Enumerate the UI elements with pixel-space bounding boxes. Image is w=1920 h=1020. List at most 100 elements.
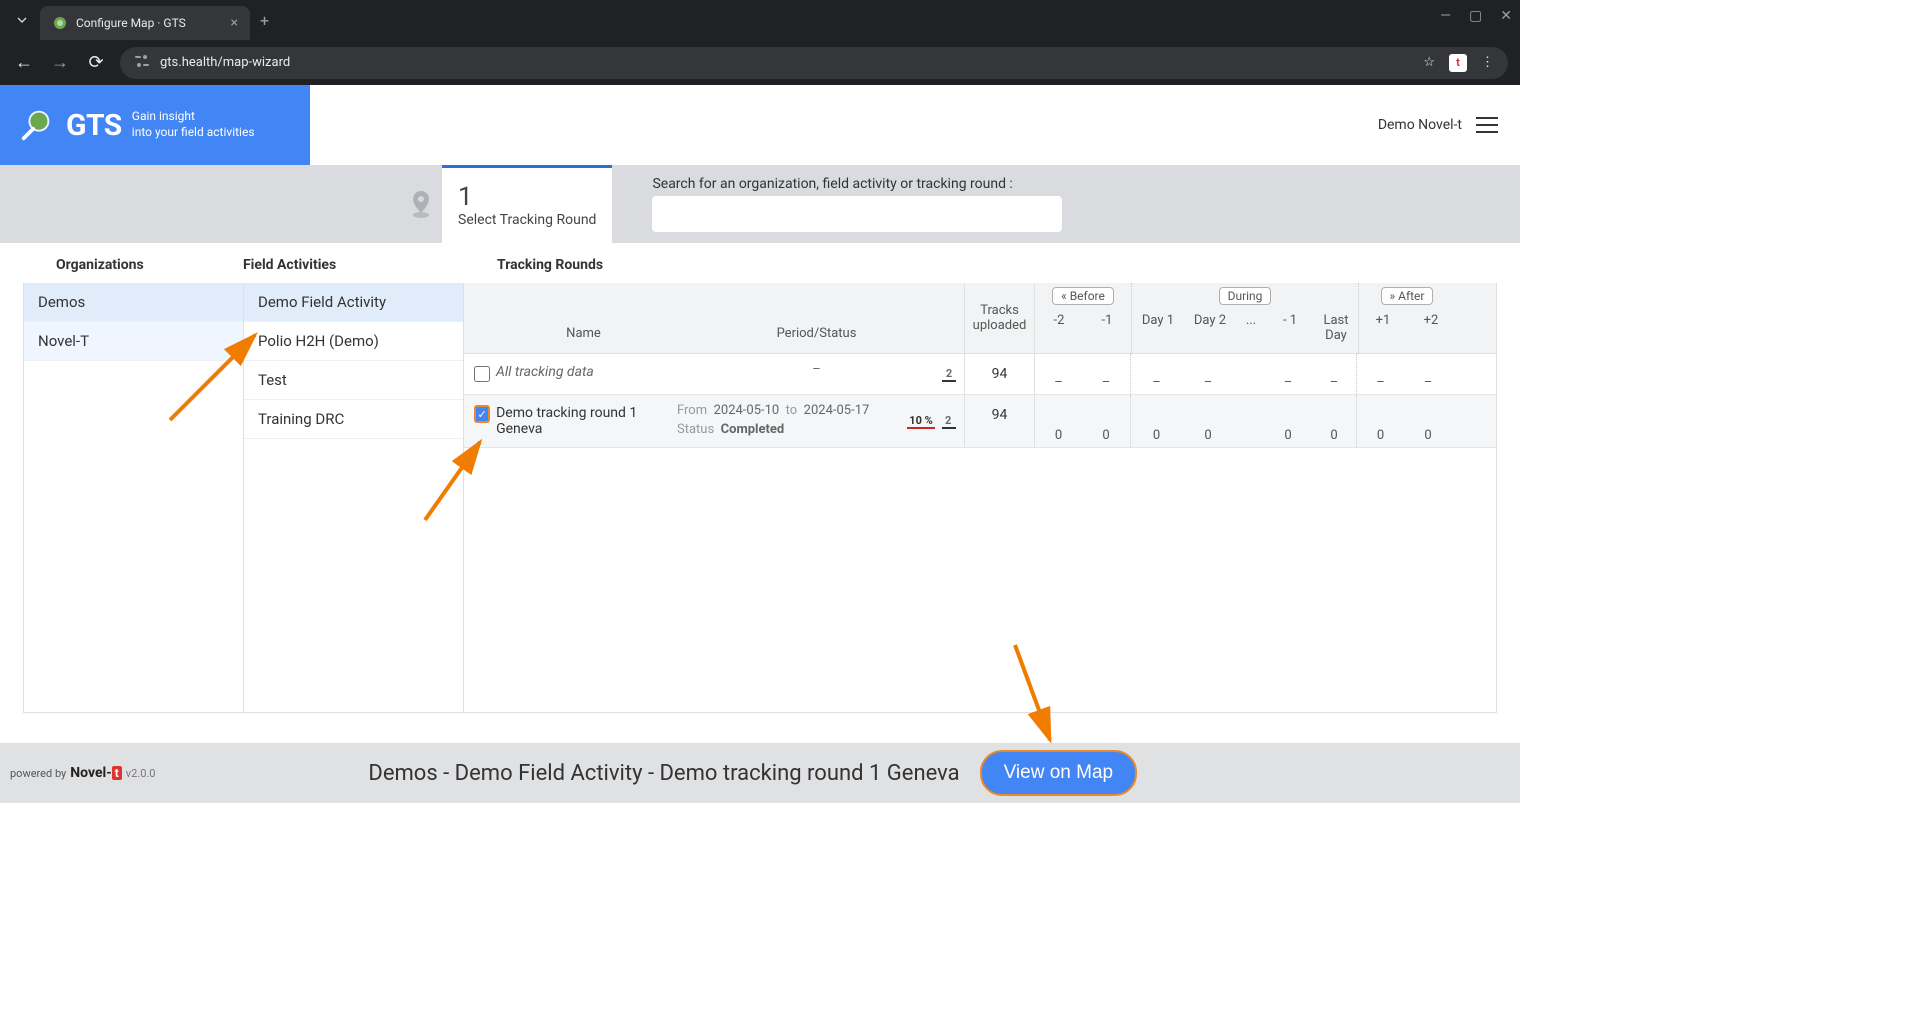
row1-a2: 0 — [1404, 395, 1452, 447]
browser-menu-icon[interactable]: ⋮ — [1481, 55, 1494, 70]
org-item-novelt[interactable]: Novel-T — [24, 322, 243, 361]
fa-item-polio[interactable]: Polio H2H (Demo) — [244, 322, 463, 361]
row-all-b2: – — [1034, 354, 1082, 394]
col-organizations: Organizations — [0, 257, 243, 273]
row-all-checkbox[interactable] — [474, 366, 490, 382]
back-icon[interactable]: ← — [12, 52, 36, 73]
row1-checkbox[interactable]: ✓ — [474, 405, 490, 423]
th-name: Name — [464, 283, 669, 353]
row-all-a1: – — [1356, 354, 1404, 394]
tab-title: Configure Map · GTS — [76, 16, 223, 30]
selection-grid: Demos Novel-T Demo Field Activity Polio … — [23, 283, 1497, 713]
extension-icon[interactable]: t — [1449, 54, 1467, 72]
fa-item-test[interactable]: Test — [244, 361, 463, 400]
search-area: Search for an organization, field activi… — [652, 165, 1062, 243]
during-button[interactable]: During — [1219, 287, 1272, 305]
search-label: Search for an organization, field activi… — [652, 176, 1062, 192]
row1-d1: 0 — [1130, 395, 1182, 447]
step-label: Select Tracking Round — [458, 212, 596, 228]
minimize-icon[interactable]: — — [1440, 8, 1451, 24]
user-name[interactable]: Demo Novel-t — [1378, 117, 1462, 133]
window-controls: — ▢ ✕ — [1440, 8, 1512, 24]
col-field-activities: Field Activities — [243, 257, 465, 273]
th-day1: Day 1 — [1132, 309, 1184, 353]
menu-icon[interactable] — [1476, 117, 1498, 133]
site-settings-icon[interactable] — [134, 54, 150, 72]
maximize-icon[interactable]: ▢ — [1469, 8, 1482, 24]
breadcrumb: Demos - Demo Field Activity - Demo track… — [368, 761, 959, 786]
after-button[interactable]: » After — [1381, 287, 1434, 305]
browser-tab[interactable]: Configure Map · GTS × — [40, 6, 250, 40]
row-all-count: 2 — [942, 367, 956, 382]
pin-icon — [400, 165, 442, 243]
row-all-period: – — [812, 362, 821, 377]
url-field[interactable]: gts.health/map-wizard ☆ t ⋮ — [120, 47, 1508, 79]
brand[interactable]: GTS Gain insight into your field activit… — [0, 85, 310, 165]
th-after-group: » After +1 +2 — [1358, 283, 1455, 353]
tab-bar: Configure Map · GTS × + — ▢ ✕ — [0, 0, 1520, 40]
view-on-map-button[interactable]: View on Map — [980, 750, 1138, 796]
th-lastday: Last Day — [1314, 309, 1358, 353]
url-text: gts.health/map-wizard — [160, 55, 290, 70]
th-before-m1: -1 — [1083, 309, 1131, 338]
row1-ld: 0 — [1312, 395, 1356, 447]
before-button[interactable]: « Before — [1052, 287, 1114, 305]
step-number: 1 — [458, 182, 596, 212]
th-after-p1: +1 — [1359, 309, 1407, 338]
table-row[interactable]: ✓ Demo tracking round 1 Geneva From 2024… — [464, 395, 1496, 448]
tracking-rounds-table: Name Period/Status Tracks uploaded « Bef… — [464, 283, 1496, 712]
fa-item-training[interactable]: Training DRC — [244, 400, 463, 439]
row1-b1: 0 — [1082, 395, 1130, 447]
col-tracking-rounds: Tracking Rounds — [465, 257, 603, 273]
browser-chrome: Configure Map · GTS × + — ▢ ✕ ← → ⟳ gts.… — [0, 0, 1520, 85]
brand-name: GTS — [66, 108, 122, 143]
row-all-a2: – — [1404, 354, 1452, 394]
tab-close-icon[interactable]: × — [231, 15, 238, 31]
row1-m1: 0 — [1264, 395, 1312, 447]
address-bar: ← → ⟳ gts.health/map-wizard ☆ t ⋮ — [0, 40, 1520, 85]
footer: powered by Novel-t v2.0.0 Demos - Demo F… — [0, 743, 1520, 803]
row1-name: Demo tracking round 1 Geneva — [496, 405, 661, 437]
bookmark-star-icon[interactable]: ☆ — [1423, 55, 1435, 70]
search-input[interactable] — [652, 196, 1062, 232]
row-all-b1: – — [1082, 354, 1130, 394]
version: v2.0.0 — [126, 767, 156, 780]
th-tracks: Tracks uploaded — [964, 283, 1034, 353]
organizations-list: Demos Novel-T — [24, 283, 244, 712]
column-titles: Organizations Field Activities Tracking … — [0, 243, 1520, 283]
row1-pct: 10 % — [907, 414, 935, 429]
row1-b2: 0 — [1034, 395, 1082, 447]
field-activities-list: Demo Field Activity Polio H2H (Demo) Tes… — [244, 283, 464, 712]
org-item-demos[interactable]: Demos — [24, 283, 243, 322]
row1-count: 2 — [942, 414, 956, 429]
reload-icon[interactable]: ⟳ — [84, 52, 108, 73]
th-period: Period/Status — [669, 283, 964, 353]
wizard-step-bar: 1 Select Tracking Round Search for an or… — [0, 165, 1520, 243]
th-before-m2: -2 — [1035, 309, 1083, 338]
tab-list-dropdown[interactable] — [8, 6, 36, 34]
row1-ell — [1234, 395, 1264, 447]
row-all-d2: – — [1182, 354, 1234, 394]
th-before-group: « Before -2 -1 — [1034, 283, 1131, 353]
row-all-d1: – — [1130, 354, 1182, 394]
row-all-ld: – — [1312, 354, 1356, 394]
row-all-name: All tracking data — [496, 364, 594, 380]
row-all-tracks: 94 — [964, 354, 1034, 394]
tab-favicon-icon — [52, 15, 68, 31]
forward-icon[interactable]: → — [48, 52, 72, 73]
row-all-m1: – — [1264, 354, 1312, 394]
fa-item-demo[interactable]: Demo Field Activity — [244, 283, 463, 322]
th-after-p2: +2 — [1407, 309, 1455, 338]
th-day2: Day 2 — [1184, 309, 1236, 353]
row1-a1: 0 — [1356, 395, 1404, 447]
new-tab-button[interactable]: + — [260, 11, 269, 30]
row-all-ell — [1234, 354, 1264, 394]
table-row-all[interactable]: All tracking data – 2 94 – – – – – – – – — [464, 354, 1496, 395]
th-during-group: During Day 1 Day 2 ... - 1 Last Day — [1131, 283, 1358, 353]
row1-d2: 0 — [1182, 395, 1234, 447]
th-ellipsis: ... — [1236, 309, 1266, 353]
th-m1: - 1 — [1266, 309, 1314, 353]
brand-tagline: Gain insight into your field activities — [132, 109, 255, 140]
close-window-icon[interactable]: ✕ — [1500, 8, 1512, 24]
powered-by: powered by Novel-t v2.0.0 — [10, 765, 155, 781]
